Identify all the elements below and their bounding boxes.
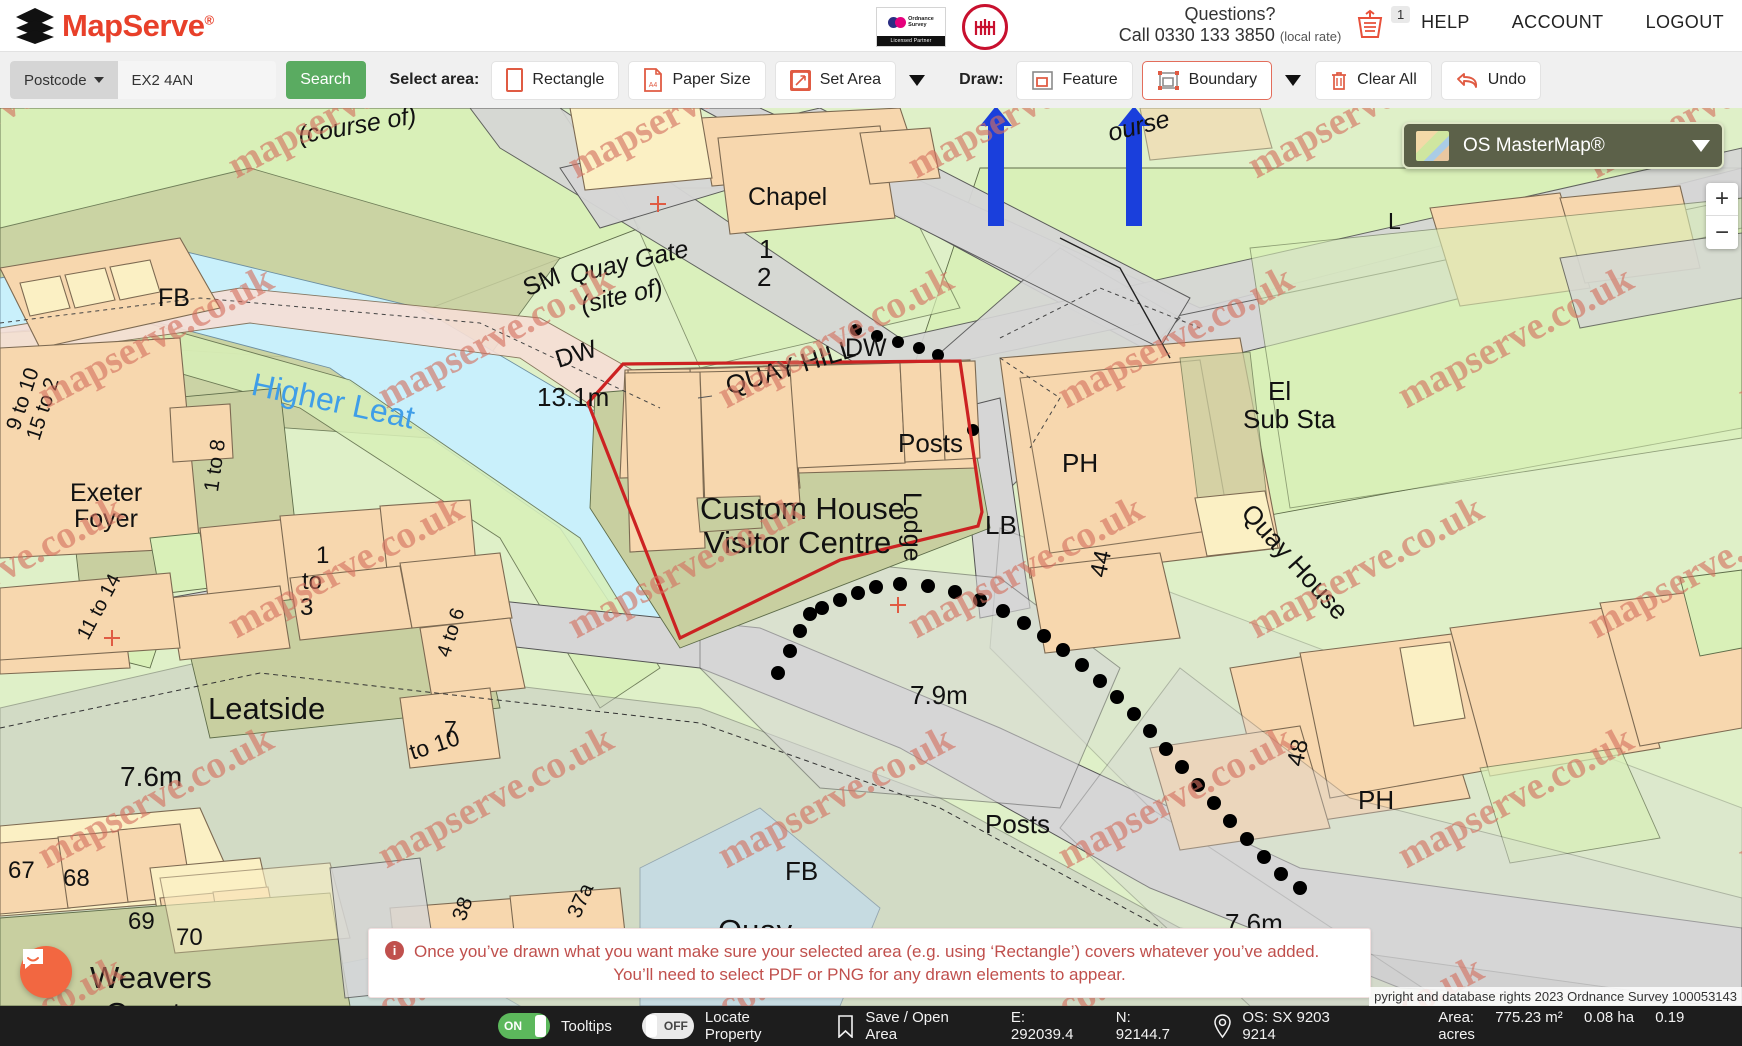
map-vector-layer: .bld { fill:#f7d7ae; stroke:#7d6a52; str… bbox=[0, 108, 1742, 1006]
svg-text:A4: A4 bbox=[649, 82, 658, 89]
draw-more-caret-icon[interactable] bbox=[1285, 74, 1302, 86]
os-grid-value: OS: SX 9203 9214 bbox=[1242, 1009, 1330, 1043]
partner-badges: Ordnance Survey Licensed Partner bbox=[876, 4, 1008, 50]
tooltips-toggle[interactable]: ON bbox=[498, 1013, 550, 1039]
brand-logo[interactable]: MapServe® bbox=[14, 6, 214, 46]
search-input[interactable] bbox=[117, 61, 276, 99]
search-type-label: Postcode bbox=[24, 71, 87, 89]
paper-size-label: Paper Size bbox=[672, 71, 751, 88]
basket-button[interactable]: 1 bbox=[1354, 6, 1411, 40]
area-label: Area: bbox=[1438, 1009, 1475, 1026]
map-layer-name: OS MasterMap® bbox=[1463, 134, 1605, 156]
mapserve-app: MapServe® Ordnance Survey Licensed Partn… bbox=[0, 0, 1742, 1046]
diagonal-arrow-icon bbox=[789, 69, 811, 91]
boundary-polygon-icon bbox=[1157, 70, 1180, 91]
locate-property-label: Locate Property bbox=[704, 1009, 762, 1043]
select-area-more-caret-icon[interactable] bbox=[909, 74, 926, 86]
basket-icon bbox=[1354, 8, 1386, 40]
locate-property-state: OFF bbox=[663, 1019, 688, 1033]
save-open-area-button[interactable]: Save / Open Area bbox=[837, 1009, 981, 1043]
coordinate-readout: E: 292039.4 N: 92144.7 OS: SX 9203 9214 … bbox=[1011, 1009, 1742, 1043]
save-open-area-label: Save / Open Area bbox=[865, 1009, 949, 1043]
search-type-select[interactable]: Postcode bbox=[10, 61, 118, 99]
paper-a4-icon: A4 bbox=[643, 68, 663, 92]
boundary-tool-button[interactable]: Boundary bbox=[1141, 60, 1273, 100]
trash-icon bbox=[1330, 70, 1348, 91]
questions-block: Questions? Call 0330 133 3850 (local rat… bbox=[1075, 4, 1385, 47]
questions-phone: Call 0330 133 3850 bbox=[1118, 25, 1275, 45]
clear-all-button[interactable]: Clear All bbox=[1315, 60, 1432, 100]
undo-arrow-icon bbox=[1456, 70, 1479, 90]
basket-count-badge: 1 bbox=[1391, 6, 1411, 23]
area-m2: 775.23 m² bbox=[1495, 1009, 1563, 1026]
zoom-controls: + − bbox=[1706, 183, 1738, 249]
map-thumbnail-icon bbox=[1416, 130, 1449, 161]
rectangle-icon bbox=[506, 68, 524, 92]
info-icon: i bbox=[385, 941, 404, 960]
royal-seal-icon bbox=[962, 4, 1008, 50]
alert-line-1: Once you’ve drawn what you want make sur… bbox=[414, 942, 1320, 961]
zoom-in-button[interactable]: + bbox=[1706, 183, 1738, 216]
map-canvas[interactable]: .bld { fill:#f7d7ae; stroke:#7d6a52; str… bbox=[0, 108, 1742, 1006]
area-ha: 0.08 ha bbox=[1583, 1009, 1635, 1026]
chevron-down-icon bbox=[93, 77, 104, 83]
zoom-out-button[interactable]: − bbox=[1706, 216, 1738, 249]
select-area-label: Select area: bbox=[389, 71, 480, 88]
map-layer-selector[interactable]: OS MasterMap® bbox=[1402, 122, 1724, 169]
locate-property-group: OFF Locate Property bbox=[641, 1009, 808, 1043]
bookmark-icon bbox=[837, 1014, 854, 1039]
area-readout: Area: 775.23 m² 0.08 ha 0.19 acres bbox=[1438, 1009, 1718, 1043]
brand-name: MapServe bbox=[62, 7, 205, 43]
chevron-down-icon bbox=[1692, 139, 1710, 152]
drawn-elements-alert: i Once you’ve drawn what you want make s… bbox=[368, 928, 1371, 998]
map-copyright: pyright and database rights 2023 Ordnanc… bbox=[1369, 987, 1742, 1006]
paper-size-button[interactable]: A4 Paper Size bbox=[628, 60, 766, 100]
os-badge-subtitle: Licensed Partner bbox=[877, 36, 945, 46]
rectangle-tool-label: Rectangle bbox=[532, 71, 605, 88]
tooltips-label: Tooltips bbox=[561, 1017, 612, 1035]
boundary-tool-label: Boundary bbox=[1188, 71, 1258, 88]
questions-title: Questions? bbox=[1184, 4, 1276, 24]
set-area-label: Set Area bbox=[819, 71, 882, 88]
feature-polygon-icon bbox=[1031, 70, 1054, 91]
northing-value: N: 92144.7 bbox=[1115, 1009, 1171, 1043]
feature-tool-label: Feature bbox=[1062, 71, 1118, 88]
draw-label: Draw: bbox=[959, 71, 1004, 88]
locate-property-toggle[interactable]: OFF bbox=[641, 1013, 694, 1039]
tooltips-state: ON bbox=[504, 1019, 522, 1033]
undo-label: Undo bbox=[1487, 71, 1526, 88]
set-area-button[interactable]: Set Area bbox=[774, 60, 897, 100]
brand-registered: ® bbox=[204, 12, 214, 28]
easting-value: E: 292039.4 bbox=[1010, 1009, 1074, 1043]
header-nav: HELP ACCOUNT LOGOUT bbox=[1421, 12, 1724, 33]
os-badge-line2: Survey bbox=[908, 22, 927, 28]
main-toolbar: Postcode Search Select area: Rectangle A… bbox=[0, 51, 1742, 108]
map-pin-icon bbox=[1213, 1013, 1232, 1039]
nav-account[interactable]: ACCOUNT bbox=[1512, 12, 1604, 33]
layers-icon bbox=[14, 6, 56, 46]
search-button[interactable]: Search bbox=[285, 61, 366, 99]
rectangle-tool-button[interactable]: Rectangle bbox=[491, 60, 620, 100]
status-bar: ON Tooltips OFF Locate Property Save / O… bbox=[0, 1006, 1742, 1046]
os-logo-icon bbox=[888, 16, 907, 28]
nav-logout[interactable]: LOGOUT bbox=[1646, 12, 1724, 33]
ordnance-survey-badge: Ordnance Survey Licensed Partner bbox=[876, 7, 946, 47]
alert-line-2: You’ll need to select PDF or PNG for any… bbox=[613, 965, 1126, 984]
clear-all-label: Clear All bbox=[1357, 71, 1417, 88]
questions-rate: (local rate) bbox=[1279, 29, 1342, 44]
chat-widget-button[interactable] bbox=[20, 946, 72, 998]
nav-help[interactable]: HELP bbox=[1421, 12, 1470, 33]
undo-button[interactable]: Undo bbox=[1440, 60, 1541, 100]
site-header: MapServe® Ordnance Survey Licensed Partn… bbox=[0, 0, 1742, 51]
search-group: Postcode bbox=[10, 61, 276, 99]
feature-tool-button[interactable]: Feature bbox=[1015, 60, 1133, 100]
tooltips-toggle-group: ON Tooltips bbox=[498, 1013, 612, 1039]
